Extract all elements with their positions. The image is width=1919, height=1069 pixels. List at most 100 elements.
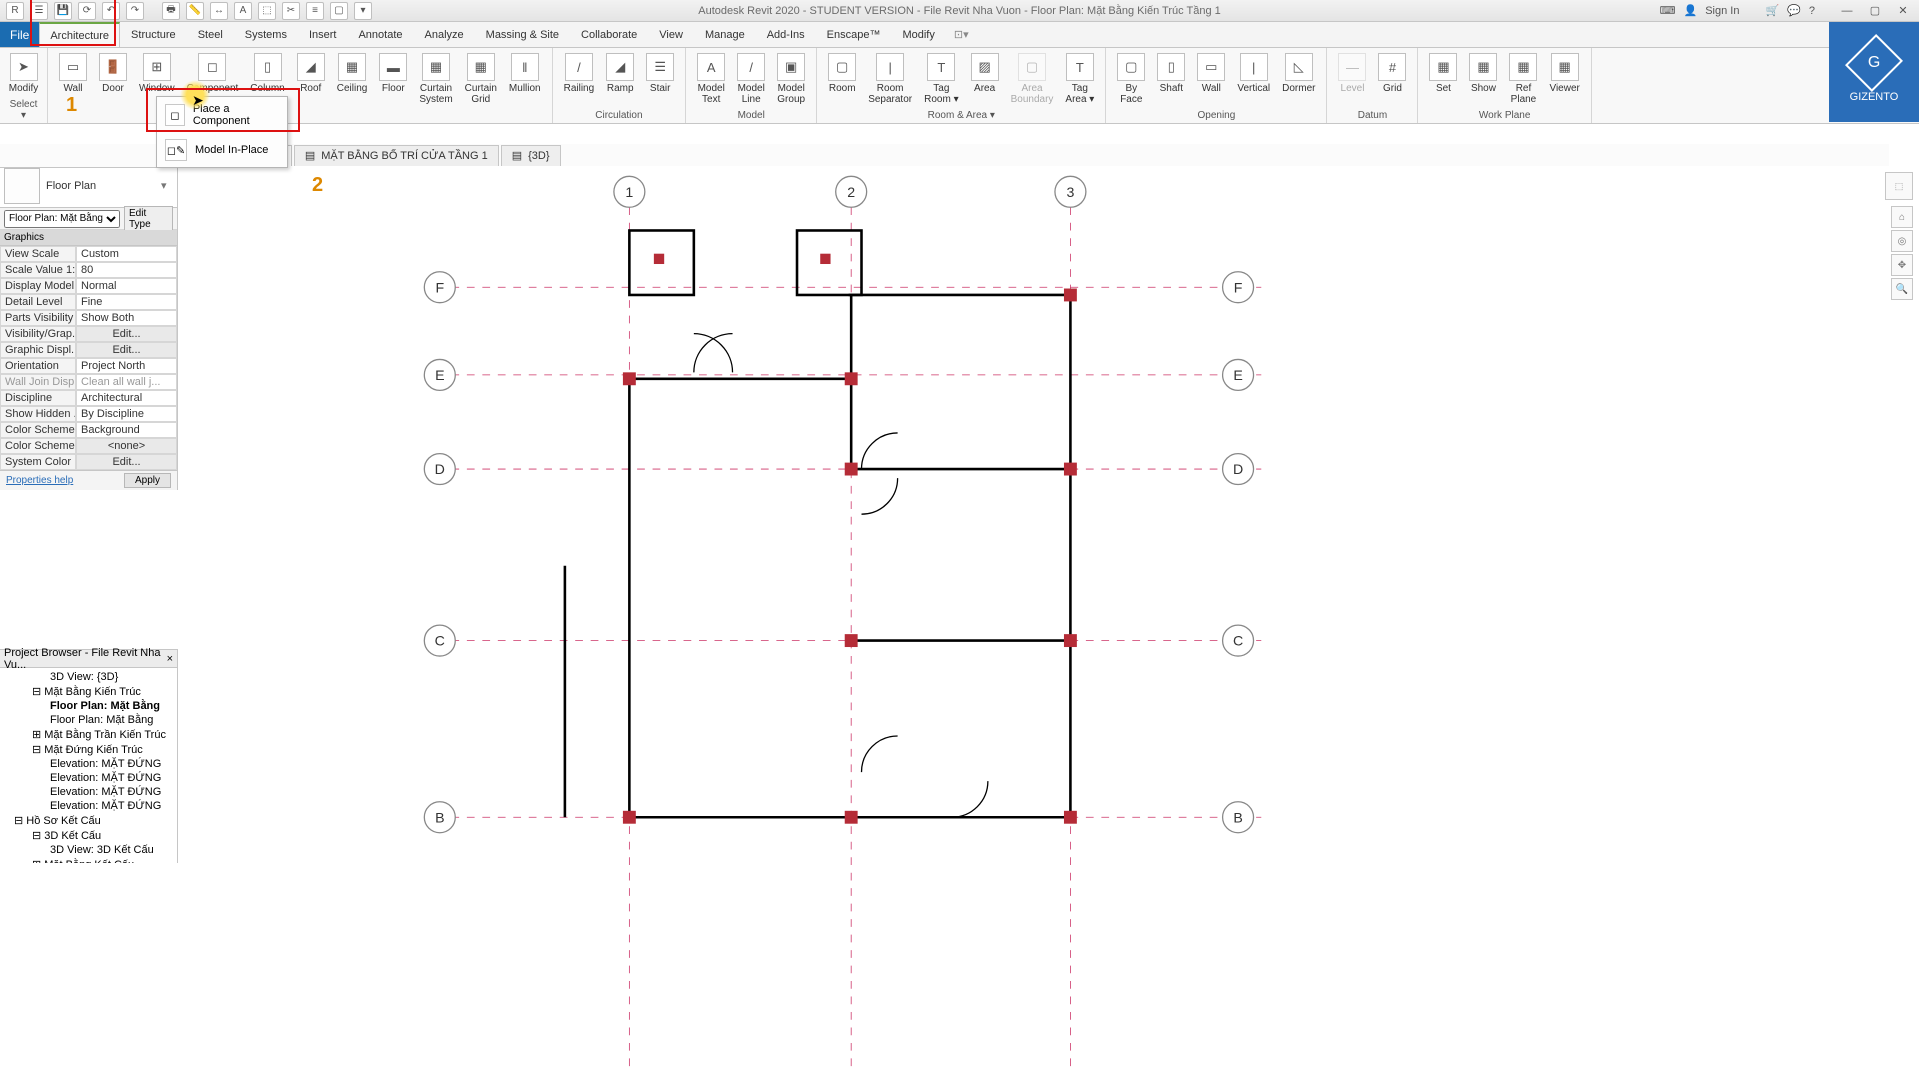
tree-node[interactable]: ⊟ Mặt Đứng Kiến Trúc [2, 742, 175, 757]
tree-node[interactable]: ⊞ Mặt Bằng Kết Cấu [2, 857, 175, 863]
tree-node[interactable]: ⊞ Mặt Bằng Trần Kiến Trúc [2, 727, 175, 742]
menu-tab-annotate[interactable]: Annotate [347, 22, 413, 47]
tree-node[interactable]: ⊟ Mặt Bằng Kiến Trúc [2, 684, 175, 699]
menu-tab-insert[interactable]: Insert [298, 22, 348, 47]
qat-text-icon[interactable]: A [234, 2, 252, 20]
prop-value[interactable]: Edit... [76, 342, 177, 358]
place-component-item[interactable]: ◻ Place a Component [157, 97, 287, 133]
project-browser-tree[interactable]: 3D View: {3D}⊟ Mặt Bằng Kiến TrúcFloor P… [0, 668, 177, 863]
nav-home-icon[interactable]: ⌂ [1891, 206, 1913, 228]
circ-stairundefined-button[interactable]: ☰Stair [641, 50, 679, 97]
nav-cube[interactable]: ⬚ [1885, 172, 1913, 200]
ribbon-collapse-icon[interactable]: ⊡▾ [954, 22, 969, 47]
workplane-refplane-button[interactable]: ▦RefPlane [1504, 50, 1542, 108]
menu-tab-steel[interactable]: Steel [187, 22, 234, 47]
menu-tab-systems[interactable]: Systems [234, 22, 298, 47]
modify-button[interactable]: ➤ Modify [4, 50, 43, 97]
prop-value[interactable]: Custom [76, 246, 177, 262]
menu-tab-massingsite[interactable]: Massing & Site [475, 22, 570, 47]
workplane-showundefined-button[interactable]: ▦Show [1464, 50, 1502, 97]
qat-undo-icon[interactable]: ↶ [102, 2, 120, 20]
prop-value[interactable]: By Discipline [76, 406, 177, 422]
user-icon[interactable]: 👤 [1684, 4, 1698, 17]
prop-value[interactable]: Architectural [76, 390, 177, 406]
qat-dim-icon[interactable]: ↔ [210, 2, 228, 20]
build-roofundefined-button[interactable]: ◢Roof [292, 50, 330, 97]
workplane-viewerundefined-button[interactable]: ▦Viewer [1544, 50, 1584, 97]
qat-open-icon[interactable]: ☰ [30, 2, 48, 20]
prop-value[interactable]: <none> [76, 438, 177, 454]
qat-3d-icon[interactable]: ⬚ [258, 2, 276, 20]
help-icon[interactable]: ? [1809, 5, 1815, 17]
nav-wheel-icon[interactable]: ◎ [1891, 230, 1913, 252]
tree-node[interactable]: Floor Plan: Mặt Bằng [2, 713, 175, 727]
doc-tab[interactable]: ▤{3D} [501, 145, 561, 167]
build-wallundefined-button[interactable]: ▭Wall [54, 50, 92, 97]
prop-value[interactable]: Show Both [76, 310, 177, 326]
prop-value[interactable]: Edit... [76, 326, 177, 342]
edit-type-button[interactable]: Edit Type [124, 206, 173, 232]
browser-close-icon[interactable]: × [167, 653, 173, 665]
tree-node[interactable]: 3D View: 3D Kết Cấu [2, 843, 175, 857]
qat-print-icon[interactable]: 🖶 [162, 2, 180, 20]
prop-value[interactable]: Background [76, 422, 177, 438]
build-mullionundefined-button[interactable]: ‖Mullion [504, 50, 546, 97]
minimize-button[interactable]: — [1837, 3, 1857, 19]
build-doorundefined-button[interactable]: 🚪Door [94, 50, 132, 97]
opening-dormerundefined-button[interactable]: ◺Dormer [1277, 50, 1320, 97]
build-columnundefined-button[interactable]: ▯Column [245, 50, 289, 97]
circ-rampundefined-button[interactable]: ◢Ramp [601, 50, 639, 97]
circ-railingundefined-button[interactable]: /Railing [559, 50, 600, 97]
datum-levelundefined-button[interactable]: —Level [1333, 50, 1371, 97]
menu-tab-enscape[interactable]: Enscape™ [816, 22, 892, 47]
tree-node[interactable]: ⊟ Hồ Sơ Kết Cấu [2, 813, 175, 828]
closewin-button[interactable]: ✕ [1893, 3, 1913, 19]
room-roomseparator-button[interactable]: |RoomSeparator [863, 50, 917, 108]
model-in-place-item[interactable]: ◻✎ Model In-Place [157, 133, 287, 167]
room-areaboundary-button[interactable]: ▢AreaBoundary [1006, 50, 1059, 108]
model-modelline-button[interactable]: /ModelLine [732, 50, 770, 108]
model-modeltext-button[interactable]: AModelText [692, 50, 730, 108]
room-areaundefined-button[interactable]: ▨Area [966, 50, 1004, 97]
cart-icon[interactable]: 🛒 [1765, 4, 1779, 17]
qat-switch-icon[interactable]: ▾ [354, 2, 372, 20]
model-modelgroup-button[interactable]: ▣ModelGroup [772, 50, 810, 108]
chevron-down-icon[interactable]: ▾ [161, 179, 173, 192]
menu-tab-collaborate[interactable]: Collaborate [570, 22, 648, 47]
menu-tab-addins[interactable]: Add-Ins [756, 22, 816, 47]
room-group-title[interactable]: Room & Area ▾ [823, 108, 1099, 123]
build-ceilingundefined-button[interactable]: ▦Ceiling [332, 50, 373, 97]
keyin-icon[interactable]: ⌨ [1660, 4, 1676, 17]
menu-tab-architecture[interactable]: Architecture [39, 22, 120, 47]
apply-button[interactable]: Apply [124, 473, 171, 488]
type-selector[interactable]: Floor Plan ▾ [0, 164, 177, 208]
build-curtaingrid-button[interactable]: ▦CurtainGrid [460, 50, 502, 108]
tree-node[interactable]: Elevation: MẶT ĐỨNG [2, 757, 175, 771]
qat-sync-icon[interactable]: ⟳ [78, 2, 96, 20]
opening-shaftundefined-button[interactable]: ▯Shaft [1152, 50, 1190, 97]
tree-node[interactable]: Elevation: MẶT ĐỨNG [2, 799, 175, 813]
comm-icon[interactable]: 💬 [1787, 4, 1801, 17]
tree-node[interactable]: ⊟ 3D Kết Cấu [2, 828, 175, 843]
menu-tab-modify[interactable]: Modify [891, 22, 945, 47]
tree-node[interactable]: 3D View: {3D} [2, 670, 175, 684]
prop-value[interactable]: 80 [76, 262, 177, 278]
qat-section-icon[interactable]: ✂ [282, 2, 300, 20]
room-tagarea-button[interactable]: TTagArea ▾ [1060, 50, 1099, 108]
nav-pan-icon[interactable]: ✥ [1891, 254, 1913, 276]
qat-save-icon[interactable]: 💾 [54, 2, 72, 20]
build-windowundefined-button[interactable]: ⊞Window [134, 50, 180, 97]
build-componentundefined-button[interactable]: ◻Component [182, 50, 244, 97]
tree-node[interactable]: Floor Plan: Mặt Bằng [2, 699, 175, 713]
menu-tab-view[interactable]: View [648, 22, 694, 47]
signin-button[interactable]: Sign In [1705, 5, 1739, 17]
menu-tab-structure[interactable]: Structure [120, 22, 187, 47]
prop-value[interactable]: Project North [76, 358, 177, 374]
properties-help-link[interactable]: Properties help [6, 475, 73, 486]
doc-tab[interactable]: ▤MẶT BẰNG BỐ TRÍ CỬA TẦNG 1 [294, 145, 499, 167]
instance-dropdown[interactable]: Floor Plan: Mặt Bằng [4, 210, 120, 228]
tree-node[interactable]: Elevation: MẶT ĐỨNG [2, 771, 175, 785]
graphics-category-header[interactable]: Graphics [0, 230, 177, 246]
qat-close-icon[interactable]: ▢ [330, 2, 348, 20]
prop-value[interactable]: Clean all wall j... [76, 374, 177, 390]
